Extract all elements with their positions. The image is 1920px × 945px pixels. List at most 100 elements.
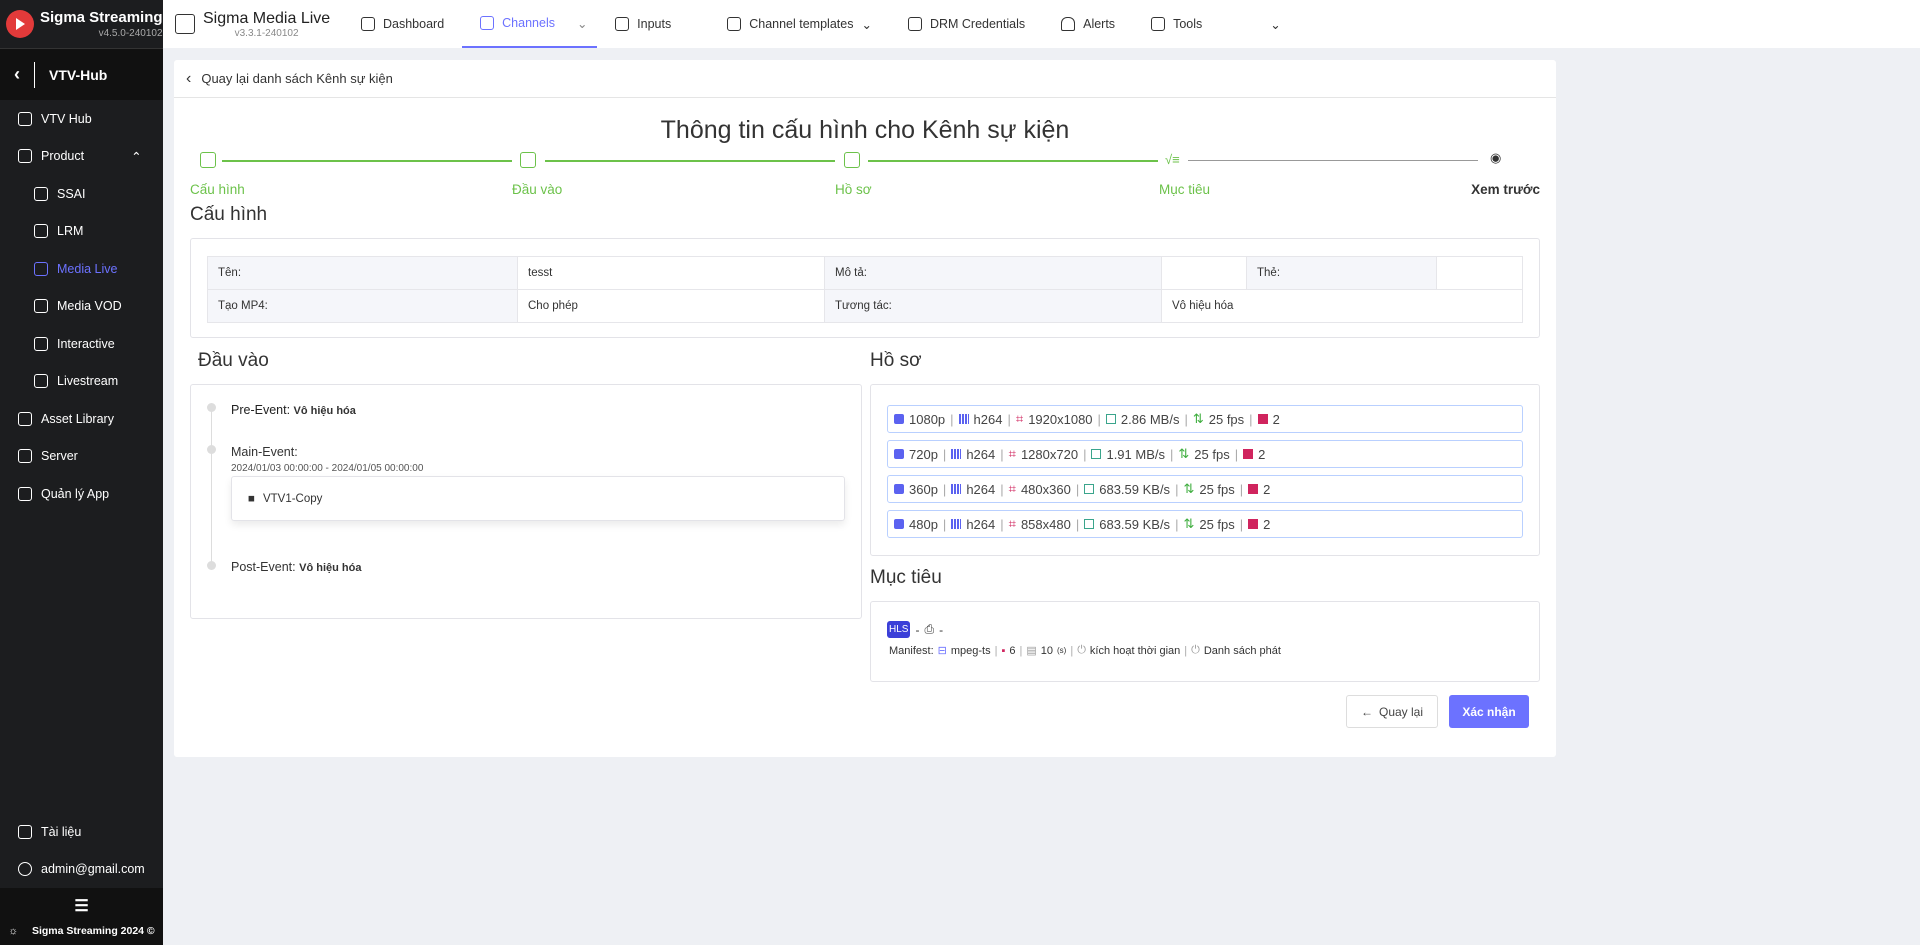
back-label: Quay lại danh sách Kênh sự kiện xyxy=(201,71,393,86)
config-step-icon[interactable] xyxy=(200,152,216,168)
playlist-value: Danh sách phát xyxy=(1203,644,1281,657)
back-link[interactable]: ‹ Quay lại danh sách Kênh sự kiện xyxy=(174,60,1556,98)
label: Tài liệu xyxy=(41,824,82,839)
back-button[interactable]: ← Quay lại xyxy=(1346,695,1438,728)
sidebar-item-app[interactable]: Quản lý App xyxy=(0,475,163,513)
tab-alerts[interactable]: Alerts xyxy=(1043,0,1133,48)
container-value: mpeg-ts xyxy=(950,644,991,657)
sidebar-item-docs[interactable]: Tài liệu xyxy=(0,813,163,851)
sidebar-item-server[interactable]: Server xyxy=(0,438,163,476)
sidebar-item-lrm[interactable]: LRM xyxy=(0,213,163,251)
resolution: 360p xyxy=(909,481,938,497)
fps: 25 fps xyxy=(1208,411,1245,427)
arrow-left-icon: ← xyxy=(1360,704,1373,719)
screen-icon xyxy=(1248,519,1259,529)
confirm-button[interactable]: Xác nhận xyxy=(1449,695,1529,728)
bitrate-icon xyxy=(1105,414,1116,424)
sidebar-item-interactive[interactable]: Interactive xyxy=(0,325,163,363)
step-label: Cấu hình xyxy=(190,182,245,197)
label: Server xyxy=(41,449,78,464)
segments-icon: ▪ xyxy=(1001,644,1006,657)
bitrate: 683.59 KB/s xyxy=(1099,516,1171,532)
grid-icon xyxy=(18,411,32,426)
cloud-icon xyxy=(18,449,32,464)
profile-row: 1080p | h264 | ⌗ 1920x1080 | 2.86 MB/s | ⇅ 25 … xyxy=(887,405,1523,433)
camera-icon xyxy=(894,484,904,494)
cast-icon xyxy=(34,186,48,201)
tab-channel-templates[interactable]: Channel templates ⌄ xyxy=(709,0,890,48)
fps-icon: ⇅ xyxy=(1183,516,1195,531)
camera-icon xyxy=(894,519,904,529)
config-box: Tên: tesst Mô tả: Thẻ: Tạo MP4: Cho phép Tươn… xyxy=(190,238,1540,338)
fps: 25 fps xyxy=(1199,516,1235,532)
source-name: VTV1-Copy xyxy=(262,492,323,505)
sidebar-item-product[interactable]: Product ⌃ xyxy=(0,138,163,176)
cell: Mô tả: xyxy=(824,256,1162,290)
inbox-icon xyxy=(615,17,630,31)
hls-badge: HLS xyxy=(887,621,911,638)
chevron-left-icon: ‹ xyxy=(186,69,192,87)
label: Media VOD xyxy=(57,299,122,314)
fps: 25 fps xyxy=(1199,481,1235,497)
chevron-up-icon: ⌃ xyxy=(131,149,142,164)
hub-selector[interactable]: ‹ VTV-Hub xyxy=(0,48,163,100)
signpost-icon xyxy=(34,224,48,239)
tab-dashboard[interactable]: Dashboard xyxy=(343,0,462,48)
value: Vô hiệu hóa xyxy=(293,405,356,417)
bitrate-icon xyxy=(1084,484,1095,494)
dimensions: 1280x720 xyxy=(1020,446,1079,462)
label: Livestream xyxy=(57,374,119,389)
codec: h264 xyxy=(966,516,996,532)
profile-step-icon[interactable] xyxy=(844,152,860,168)
target-step-icon[interactable]: √≡ xyxy=(1165,152,1181,168)
collapse-menu-icon[interactable]: ☰ xyxy=(74,896,88,916)
stepper: √≡ ◉ Cấu hình Đầu vào Hồ sơ Mục tiêu Xem… xyxy=(190,150,1540,202)
tab-tools[interactable]: Tools ⌄ xyxy=(1133,0,1299,48)
label: SSAI xyxy=(57,186,86,201)
tab-channels[interactable]: Channels ⌄ xyxy=(462,0,598,48)
source-item[interactable]: ■ VTV1-Copy xyxy=(231,476,845,521)
input-heading: Đầu vào xyxy=(198,350,269,371)
sidebar-item-livestream[interactable]: Livestream xyxy=(0,363,163,401)
brand-version: v4.5.0-240102 xyxy=(98,28,163,39)
target-box: HLS - ⎙ - Manifest: ⊟ mpeg-ts | ▪ 6 | ▤ 10 (s) | ⏻… xyxy=(870,601,1540,682)
sidebar-item-ssai[interactable]: SSAI xyxy=(0,175,163,213)
dimensions: 858x480 xyxy=(1020,516,1071,532)
sidebar-item-vtv-hub[interactable]: VTV Hub xyxy=(0,100,163,138)
eye-icon[interactable]: ◉ xyxy=(1490,150,1506,166)
toolbox-icon xyxy=(1151,17,1166,31)
tab-drm-credentials[interactable]: DRM Credentials xyxy=(890,0,1043,48)
bitrate: 1.91 MB/s xyxy=(1106,446,1165,462)
sidebar-item-user[interactable]: admin@gmail.com xyxy=(0,851,163,889)
input-step-icon[interactable] xyxy=(520,152,536,168)
top-navigation: Sigma Media Live v3.3.1-240102 Dashboard … xyxy=(163,0,1920,48)
sidebar-item-media-live[interactable]: Media Live xyxy=(0,250,163,288)
template-icon xyxy=(727,17,742,31)
crop-icon: ⌗ xyxy=(1008,446,1016,461)
step-label: Hồ sơ xyxy=(835,182,872,197)
profile-heading: Hồ sơ xyxy=(870,350,922,371)
back-chevron-icon[interactable]: ‹ xyxy=(14,64,20,85)
dimensions: 480x360 xyxy=(1020,481,1071,497)
video-icon xyxy=(34,299,48,314)
container-icon: ⊟ xyxy=(937,645,947,657)
config-table: Tên: tesst Mô tả: Thẻ: Tạo MP4: Cho phép Tươn… xyxy=(207,256,1523,323)
label: Inputs xyxy=(637,17,672,31)
label: Dashboard xyxy=(383,17,445,31)
camera-icon xyxy=(894,449,904,459)
resolution: 480p xyxy=(909,516,938,532)
cell xyxy=(1161,256,1247,290)
resolution: 1080p xyxy=(909,411,946,427)
sidebar-item-asset-library[interactable]: Asset Library xyxy=(0,400,163,438)
tab-inputs[interactable]: Inputs xyxy=(597,0,689,48)
brand: Sigma Streaming v4.5.0-240102 xyxy=(0,0,163,48)
profile-row: 360p | h264 | ⌗ 480x360 | 683.59 KB/s | ⇅ 25 f… xyxy=(887,475,1523,503)
theme-sun-icon[interactable]: ☼ xyxy=(8,925,18,937)
channels: 2 xyxy=(1263,516,1271,532)
hub-name: VTV-Hub xyxy=(49,66,108,83)
cell: Cho phép xyxy=(517,289,825,323)
input-box: Pre-Event: Vô hiệu hóa Main-Event: 2024/… xyxy=(190,384,862,619)
segments-value: 6 xyxy=(1009,644,1016,657)
sidebar-item-media-vod[interactable]: Media VOD xyxy=(0,288,163,326)
label: Product xyxy=(41,149,85,164)
